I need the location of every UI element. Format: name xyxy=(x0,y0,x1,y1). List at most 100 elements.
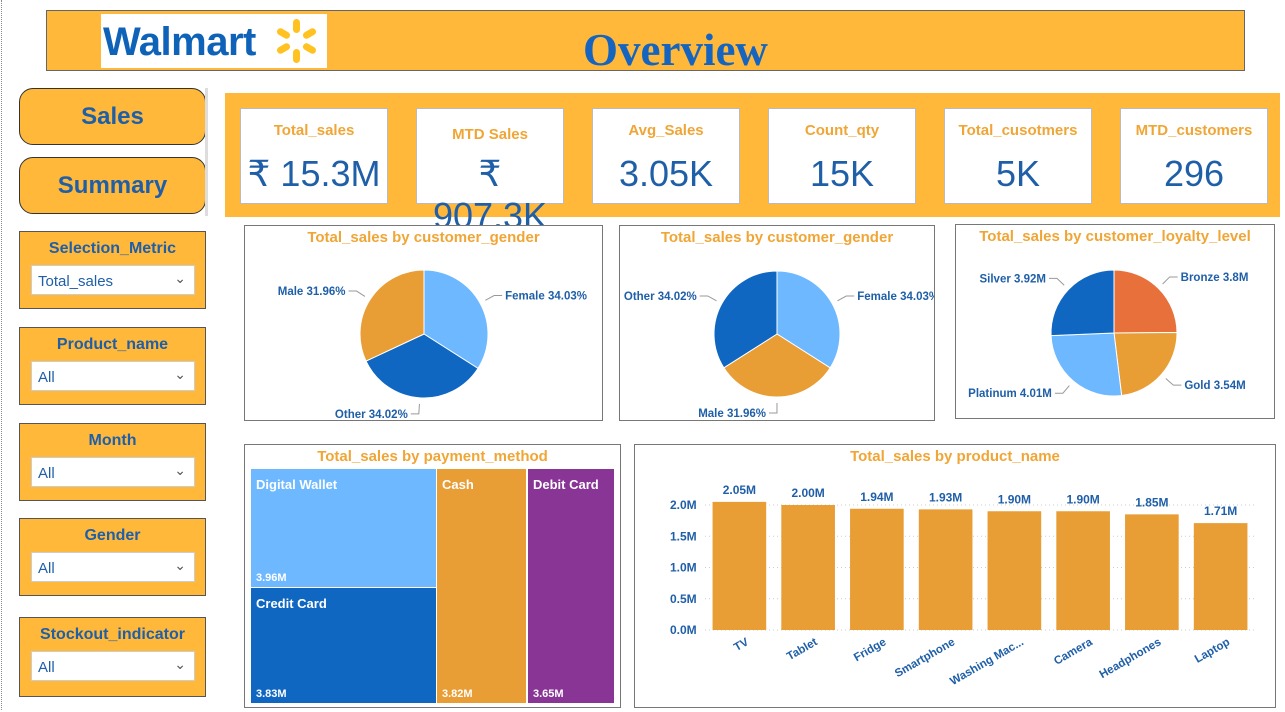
pie-panel-loyalty: Total_sales by customer_loyalty_level Br… xyxy=(955,224,1275,419)
kpi-label: Total_cusotmers xyxy=(958,122,1078,139)
month-dropdown[interactable]: All ⌄ xyxy=(31,457,195,487)
pie-slice-silver[interactable] xyxy=(1050,269,1115,337)
slicer-stockout-indicator: Stockout_indicator All ⌄ xyxy=(19,617,206,697)
product-name-dropdown[interactable]: All ⌄ xyxy=(31,361,195,391)
treemap-tile-cash[interactable]: Cash 3.82M xyxy=(437,469,526,703)
x-tick-label: Smartphone xyxy=(893,636,957,680)
pie-data-label: Silver 3.92M xyxy=(979,273,1045,285)
kpi-card-avg-sales[interactable]: Avg_Sales 3.05K xyxy=(592,108,740,204)
pie-slice-gold[interactable] xyxy=(1113,332,1178,397)
slicer-label: Month xyxy=(88,432,137,449)
sales-button[interactable]: Sales xyxy=(19,88,206,145)
bar-washing-mac-[interactable] xyxy=(987,511,1042,630)
x-tick-label: Washing Mac... xyxy=(948,636,1026,688)
leader-line xyxy=(410,403,420,415)
slicer-label: Gender xyxy=(84,527,141,544)
tile-label: Debit Card xyxy=(533,477,599,492)
bar-tablet[interactable] xyxy=(781,505,835,630)
bar-data-label: 1.85M xyxy=(1135,495,1168,509)
slicer-label: Product_name xyxy=(56,336,169,353)
treemap-panel-payment: Total_sales by payment_method Digital Wa… xyxy=(244,444,621,708)
stockout-indicator-dropdown[interactable]: All ⌄ xyxy=(31,651,195,681)
x-tick-label: Fridge xyxy=(852,636,888,664)
bar-panel-product: Total_sales by product_name 0.0M 0.5M 1.0M… xyxy=(634,444,1276,708)
chart-title: Total_sales by customer_loyalty_level xyxy=(979,228,1251,245)
bar-smartphone[interactable] xyxy=(918,509,973,630)
chevron-down-icon: ⌄ xyxy=(174,462,186,478)
slicer-selection-metric: Selection_Metric Total_sales ⌄ xyxy=(19,231,206,309)
pie-chart-gender-2[interactable]: Female 34.03% Male 31.96% Other 34.02% xyxy=(620,226,939,420)
tile-value: 3.65M xyxy=(533,688,564,700)
slicer-month: Month All ⌄ xyxy=(19,423,206,501)
chart-title: Total_sales by customer_gender xyxy=(307,229,540,246)
bar-headphones[interactable] xyxy=(1125,514,1179,630)
tile-value: 3.83M xyxy=(256,688,287,700)
kpi-card-total-customers[interactable]: Total_cusotmers 5K xyxy=(944,108,1092,204)
kpi-card-total-sales[interactable]: Total_sales ₹ 15.3M xyxy=(240,108,388,204)
summary-button[interactable]: Summary xyxy=(19,157,206,214)
bar-data-label: 1.71M xyxy=(1204,504,1237,518)
kpi-label: MTD Sales xyxy=(452,126,528,143)
nav-shadow xyxy=(205,88,208,216)
leader-line xyxy=(1162,276,1178,285)
kpi-label: Total_sales xyxy=(273,122,355,139)
y-tick-label: 2.0M xyxy=(670,498,697,512)
kpi-value: 15K xyxy=(809,153,875,194)
dropdown-value: All xyxy=(38,465,55,482)
pie-panel-gender-1: Total_sales by customer_gender Female 34… xyxy=(244,225,603,421)
kpi-value: ₹ 15.3M xyxy=(247,153,381,194)
slicer-label: Selection_Metric xyxy=(48,240,177,257)
chart-title: Total_sales by payment_method xyxy=(317,448,548,465)
pie-chart-loyalty[interactable]: Bronze 3.8M Gold 3.54M Platinum 4.01M Silve… xyxy=(956,225,1274,418)
treemap-tile-digital-wallet[interactable]: Digital Wallet 3.96M xyxy=(251,469,436,587)
treemap-tile-debit-card[interactable]: Debit Card 3.65M xyxy=(528,469,614,703)
leader-line xyxy=(348,290,366,297)
kpi-card-mtd-sales[interactable]: MTD Sales ₹ 907.3K xyxy=(416,108,564,236)
bar-data-label: 1.90M xyxy=(1066,492,1099,506)
y-tick-label: 0.5M xyxy=(670,592,697,606)
chart-title: Total_sales by customer_gender xyxy=(660,229,894,246)
bar-camera[interactable] xyxy=(1056,511,1110,630)
pie-chart-gender-1[interactable]: Female 34.03% Other 34.02% Male 31.96% xyxy=(245,226,602,421)
treemap-tile-credit-card[interactable]: Credit Card 3.83M xyxy=(251,588,436,703)
slicer-label: Stockout_indicator xyxy=(40,626,185,643)
bar-fridge[interactable] xyxy=(850,508,904,630)
bar-tv[interactable] xyxy=(712,501,767,630)
pie-data-label: Male 31.96% xyxy=(278,286,346,298)
y-tick-label: 1.5M xyxy=(670,529,697,543)
dropdown-value: All xyxy=(38,369,55,386)
bar-data-label: 1.90M xyxy=(998,492,1031,506)
pie-data-label: Gold 3.54M xyxy=(1184,380,1245,392)
bar-laptop[interactable] xyxy=(1193,523,1248,630)
page-title: Overview xyxy=(583,25,768,75)
summary-button-label: Summary xyxy=(57,171,168,199)
leader-line xyxy=(837,295,855,302)
leader-line xyxy=(768,402,778,414)
brand-name: Walmart xyxy=(103,20,256,64)
spark-icon xyxy=(276,19,317,63)
x-tick-label: Laptop xyxy=(1193,636,1232,666)
pie-slice-platinum[interactable] xyxy=(1050,332,1123,397)
x-tick-label: Headphones xyxy=(1098,636,1164,681)
pie-data-label: Platinum 4.01M xyxy=(968,388,1052,400)
pie-panel-gender-2: Total_sales by customer_gender Female 34… xyxy=(619,225,939,421)
dropdown-value: All xyxy=(38,659,55,676)
dropdown-value: All xyxy=(38,560,55,577)
kpi-value: 3.05K xyxy=(618,153,714,194)
bar-data-label: 2.00M xyxy=(791,486,824,500)
kpi-value: 296 xyxy=(1163,153,1225,194)
bar-chart-product[interactable]: 0.0M 0.5M 1.0M 1.5M 2.0M 2.05M TV 2.00M Tablet 1.… xyxy=(635,445,1275,707)
chevron-down-icon: ⌄ xyxy=(174,656,186,672)
kpi-card-count-qty[interactable]: Count_qty 15K xyxy=(768,108,916,204)
x-tick-label: Camera xyxy=(1052,636,1095,668)
gender-dropdown[interactable]: All ⌄ xyxy=(31,552,195,582)
y-tick-label: 0.0M xyxy=(670,623,697,637)
y-tick-label: 1.0M xyxy=(670,561,697,575)
selection-metric-dropdown[interactable]: Total_sales ⌄ xyxy=(31,265,195,295)
chevron-down-icon: ⌄ xyxy=(174,366,186,382)
kpi-card-mtd-customers[interactable]: MTD_customers 296 xyxy=(1120,108,1268,204)
kpi-label: Count_qty xyxy=(804,122,880,139)
kpi-value: 5K xyxy=(995,153,1041,194)
dropdown-value: Total_sales xyxy=(38,273,114,290)
x-tick-label: TV xyxy=(732,636,751,654)
